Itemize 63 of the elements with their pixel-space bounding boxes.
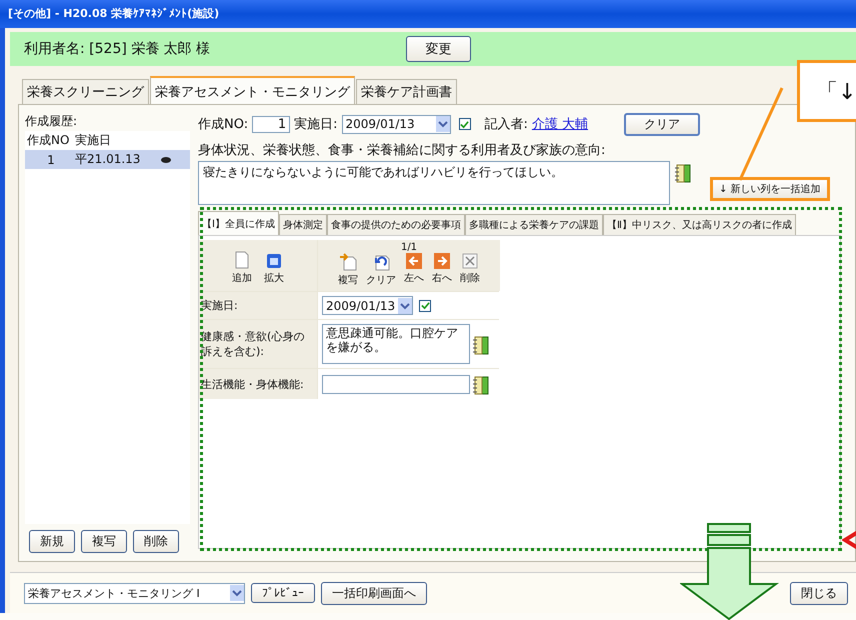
tab[interactable]: 栄養スクリーニング xyxy=(22,79,149,104)
left-arrow-icon xyxy=(406,253,422,269)
footer-button[interactable]: 一括印刷画面へ xyxy=(321,582,427,604)
notebook-icon[interactable] xyxy=(472,375,490,395)
notebook-icon[interactable] xyxy=(472,335,490,355)
caret-icon xyxy=(230,585,244,601)
toolbar-button[interactable]: 追加 xyxy=(229,251,255,285)
text-area[interactable]: 意思疎通可能。口腔ケアを嫌がる。 xyxy=(322,324,470,364)
table-cell-text: 1 xyxy=(46,152,56,166)
history-button[interactable]: 新規 xyxy=(29,530,75,553)
user-name-label: 利用者名: [525] 栄養 太郎 様 xyxy=(24,40,212,58)
checkbox[interactable] xyxy=(419,300,432,312)
tab[interactable]: 多職種による栄養ケアの課題 xyxy=(464,214,603,235)
intent-label: 身体状況、栄養状態、食事・栄養補給に関する利用者及び家族の意向: xyxy=(198,142,606,159)
toolbar-button[interactable]: 右へ xyxy=(429,253,455,287)
date-dropdown[interactable]: 2009/01/13 xyxy=(322,296,414,315)
delete-icon xyxy=(462,253,478,269)
tab[interactable]: 身体測定 xyxy=(278,214,327,235)
writer-label: 記入者: xyxy=(484,116,528,133)
window-icon xyxy=(266,253,282,269)
undo-icon xyxy=(372,253,390,271)
toolbar-button[interactable]: 複写 xyxy=(335,253,361,287)
table-cell-text: 平21.01.13 xyxy=(75,151,142,168)
tab[interactable]: 栄養ケア計画書 xyxy=(356,79,457,104)
window-title: [その他] - H20.08 栄養ｹｱﾏﾈｼﾞﾒﾝﾄ(施設) xyxy=(0,0,856,28)
checkbox[interactable] xyxy=(458,118,470,130)
number-label: 作成NO: xyxy=(198,116,248,133)
eye-icon xyxy=(161,156,171,162)
column-header: 作成NO xyxy=(26,132,70,149)
close-button[interactable]: 閉じる xyxy=(790,582,848,604)
change-button[interactable]: 変更 xyxy=(406,36,471,62)
right-arrow-icon xyxy=(434,253,450,269)
tab[interactable]: 栄養アセスメント・モニタリング xyxy=(150,76,355,104)
page-counter: 1/1 xyxy=(400,242,418,253)
bulk-add-button[interactable]: ↓ 新しい列を一括追加 xyxy=(710,177,830,201)
clear-button[interactable]: クリア xyxy=(624,112,700,136)
notebook-icon[interactable] xyxy=(674,163,692,183)
toolbar-button[interactable]: クリア xyxy=(363,253,399,287)
caret-icon xyxy=(436,116,450,132)
history-label: 作成履歴: xyxy=(25,113,78,130)
date-dropdown[interactable]: 2009/01/13 xyxy=(342,114,450,134)
intent-textarea[interactable]: 寝たきりにならないように可能であればリハビリを行ってほしい。 xyxy=(198,161,670,205)
footer-button[interactable]: ﾌﾟﾚﾋﾞｭｰ xyxy=(251,583,315,603)
tab[interactable]: 【Ⅱ】中リスク、又は高リスクの者に作成 xyxy=(602,214,796,235)
input-field[interactable] xyxy=(322,374,470,394)
tab[interactable]: 食事の提供のための必要事項 xyxy=(326,214,465,235)
history-button[interactable]: 複写 xyxy=(81,530,127,553)
page-icon xyxy=(234,251,250,269)
copy-icon xyxy=(339,253,357,271)
tab[interactable]: 【Ⅰ】全員に作成 xyxy=(198,211,279,235)
history-row[interactable]: 1 平21.01.13 xyxy=(25,150,190,169)
history-button[interactable]: 削除 xyxy=(133,530,179,553)
toolbar-button[interactable]: 削除 xyxy=(457,253,483,287)
report-dropdown[interactable]: 栄養アセスメント・モニタリング Ⅰ xyxy=(24,582,245,604)
number-field[interactable]: 1 xyxy=(252,116,290,132)
column-header: 実施日 xyxy=(75,132,112,149)
callout-text: 「↓ xyxy=(816,80,856,105)
toolbar-button[interactable]: 左へ xyxy=(401,253,427,287)
date-label: 実施日: xyxy=(294,116,338,133)
caret-icon xyxy=(398,298,412,314)
field-label: 生活機能・身体機能: xyxy=(199,369,317,399)
writer-link[interactable]: 介護 大輔 xyxy=(532,115,588,133)
toolbar-button[interactable]: 拡大 xyxy=(261,253,287,285)
